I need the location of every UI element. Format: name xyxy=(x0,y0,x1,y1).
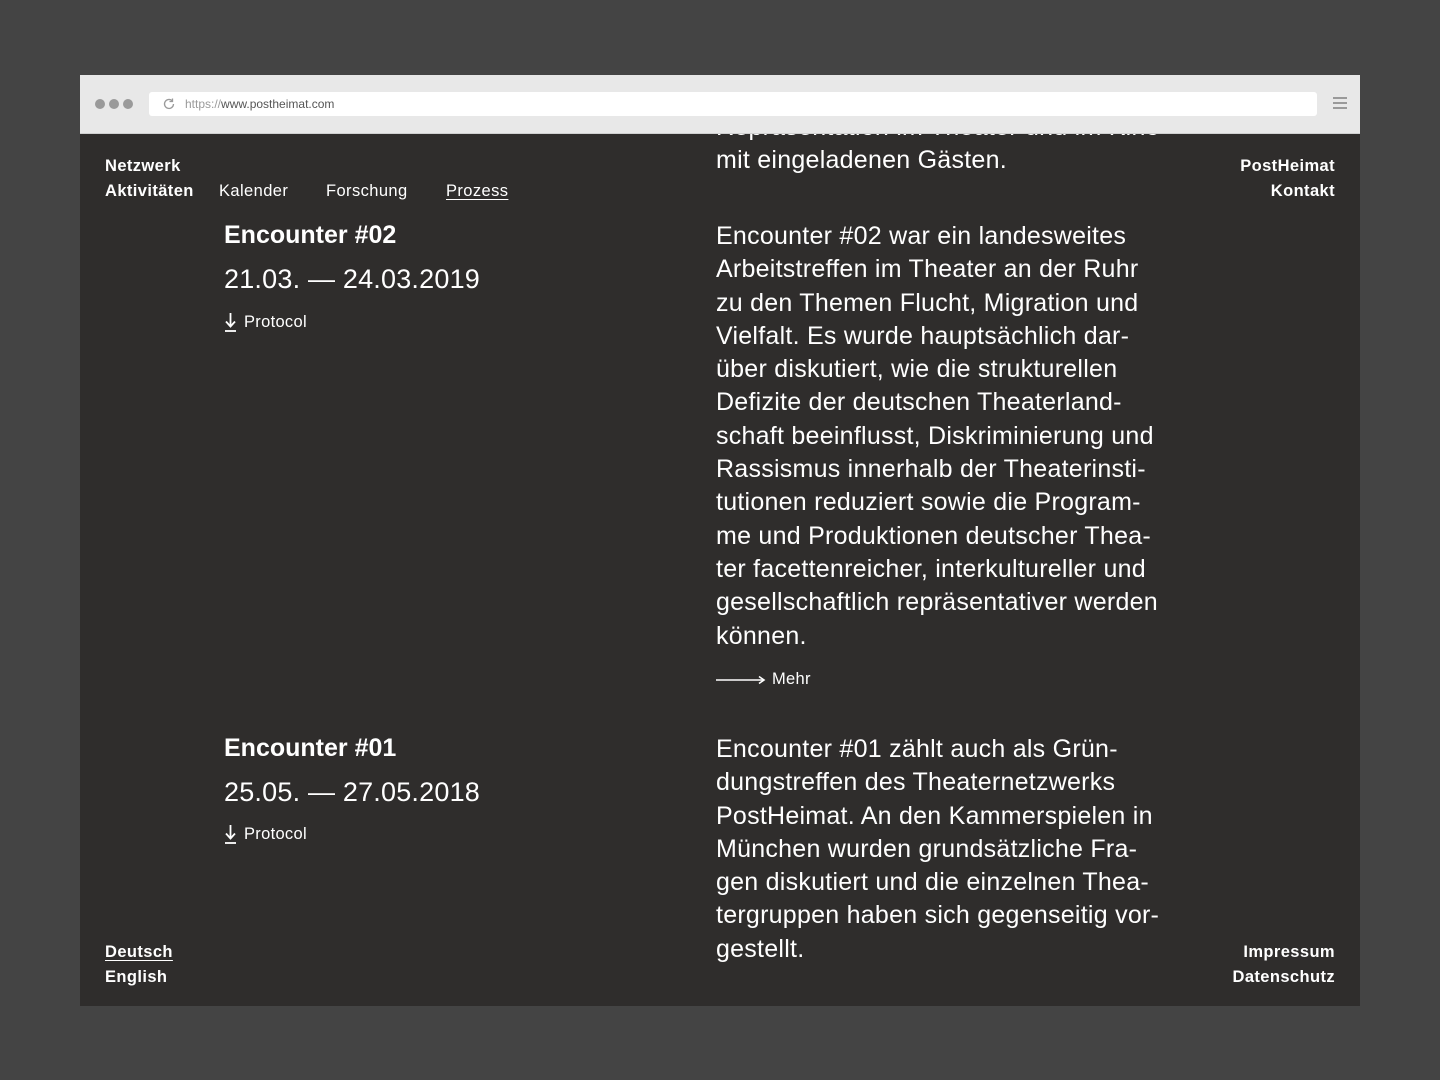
text-line: gen diskutiert und die einzelnen Thea- xyxy=(716,868,1149,897)
zoom-dot-icon[interactable] xyxy=(123,99,133,109)
encounter-date: 21.03. — 24.03.2019 xyxy=(224,264,481,294)
text-line: me und Produktionen deutscher Thea- xyxy=(716,521,1151,550)
text-line: zu den Themen Flucht, Migration und xyxy=(716,288,1139,317)
encounter-title: Encounter #02 xyxy=(224,221,397,249)
arrow-right-icon xyxy=(716,675,766,684)
protocol-download-link[interactable]: Protocol xyxy=(224,824,307,845)
encounter-description: Encounter #01 zählt auch als Grün- dungs… xyxy=(716,733,1206,966)
text-line: Defizite der deutschen Theaterland- xyxy=(716,388,1122,417)
text-line: Arbeitstreffen im Theater an der Ruhr xyxy=(716,255,1139,284)
text-line: Encounter #01 zählt auch als Grün- xyxy=(716,735,1118,763)
nav-kalender[interactable]: Kalender xyxy=(219,179,288,204)
text-line: tergruppen haben sich gegenseitig vor- xyxy=(716,901,1160,930)
text-line: Rassismus innerhalb der Theaterinsti- xyxy=(716,455,1146,484)
nav-netzwerk[interactable]: Netzwerk xyxy=(105,154,181,179)
text-line: tutionen reduziert sowie die Program- xyxy=(716,488,1141,517)
url-host: www.postheimat.com xyxy=(221,97,335,111)
protocol-label: Protocol xyxy=(244,313,307,331)
text-line: Encounter #02 war ein landesweites xyxy=(716,222,1127,250)
nav-aktivitaeten[interactable]: Aktivitäten xyxy=(105,179,194,204)
language-english[interactable]: English xyxy=(105,965,167,990)
text-line: ter facettenreicher, interkultureller un… xyxy=(716,554,1146,583)
text-line: Vielfalt. Es wurde hauptsächlich dar- xyxy=(716,321,1130,350)
language-deutsch[interactable]: Deutsch xyxy=(105,940,173,965)
encounter-date: 25.05. — 27.05.2018 xyxy=(224,777,481,807)
encounter-title: Encounter #01 xyxy=(224,734,397,762)
nav-forschung[interactable]: Forschung xyxy=(326,179,408,204)
url-protocol: https:// xyxy=(185,97,222,111)
footer-impressum[interactable]: Impressum xyxy=(1243,940,1335,965)
page-content: Repräsentation im Theater und im Kino mi… xyxy=(80,113,1360,1006)
footer-datenschutz[interactable]: Datenschutz xyxy=(1233,965,1336,990)
text-line: können. xyxy=(716,621,807,650)
close-dot-icon[interactable] xyxy=(95,99,105,109)
nav-postheimat[interactable]: PostHeimat xyxy=(1240,154,1335,179)
nav-prozess[interactable]: Prozess xyxy=(446,179,508,204)
download-icon xyxy=(225,825,236,844)
address-bar[interactable]: https://www.postheimat.com xyxy=(149,92,1317,116)
browser-window: https://www.postheimat.com Repräsentatio… xyxy=(80,75,1360,1006)
text-line: gesellschaftlich repräsentativer werden xyxy=(716,588,1158,617)
text-line: schaft beeinflusst, Diskriminierung und xyxy=(716,421,1154,450)
more-link[interactable]: Mehr xyxy=(716,670,811,689)
text-line: gestellt. xyxy=(716,934,805,963)
text-line: PostHeimat. An den Kammerspielen in xyxy=(716,801,1153,830)
reload-icon[interactable] xyxy=(162,97,176,111)
protocol-download-link[interactable]: Protocol xyxy=(224,312,307,333)
nav-kontakt[interactable]: Kontakt xyxy=(1271,179,1335,204)
minimize-dot-icon[interactable] xyxy=(109,99,119,109)
encounter-description: Encounter #02 war ein landesweites Arbei… xyxy=(716,220,1206,653)
download-icon xyxy=(225,313,236,332)
text-line: München wurden grundsätzliche Fra- xyxy=(716,834,1138,863)
url-text[interactable]: https://www.postheimat.com xyxy=(185,97,334,111)
hamburger-menu-icon[interactable] xyxy=(1333,97,1347,111)
text-line: über diskutiert, wie die strukturellen xyxy=(716,355,1118,384)
window-controls[interactable] xyxy=(95,99,133,109)
text-line: mit eingeladenen Gästen. xyxy=(716,146,1007,175)
text-line: dungstreffen des Theaternetzwerks xyxy=(716,768,1116,797)
protocol-label: Protocol xyxy=(244,825,307,843)
browser-toolbar: https://www.postheimat.com xyxy=(80,75,1360,134)
more-label: Mehr xyxy=(772,670,811,688)
